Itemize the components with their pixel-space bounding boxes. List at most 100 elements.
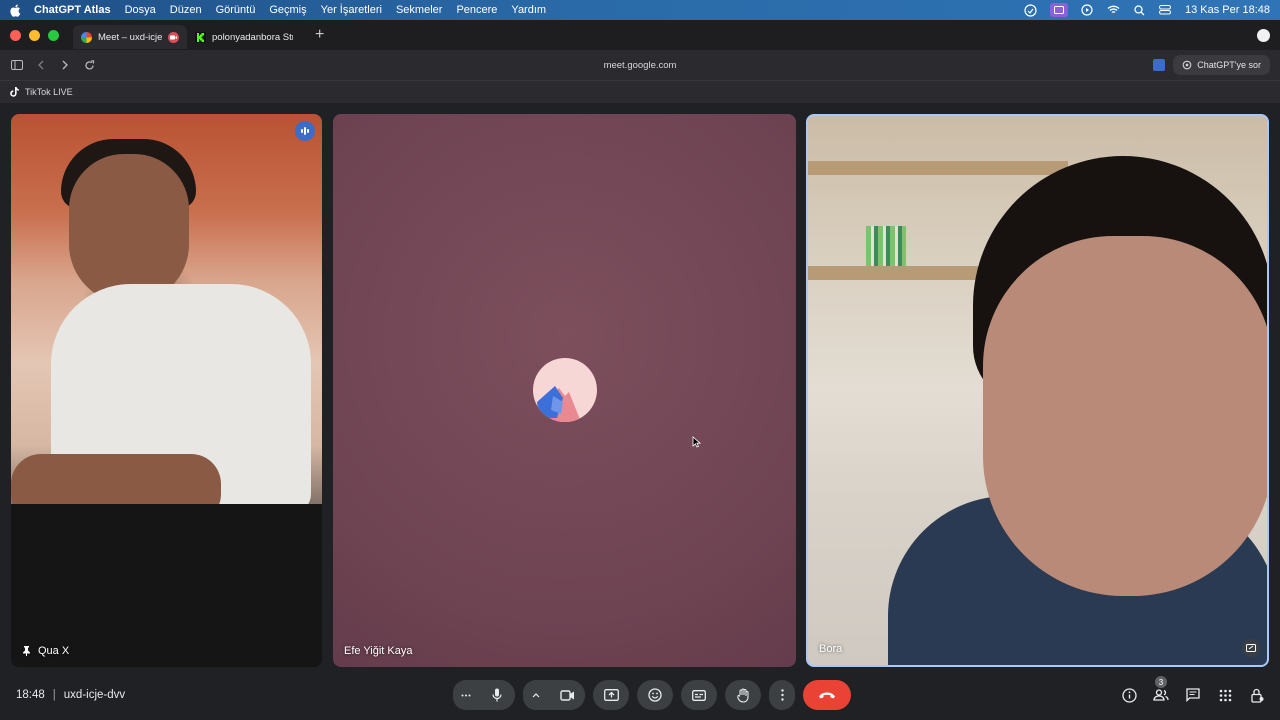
host-controls-button[interactable] [1248, 686, 1266, 704]
menubar-clock[interactable]: 13 Kas Per 18:48 [1185, 4, 1270, 16]
screen-record-icon[interactable] [1049, 3, 1068, 17]
video-settings-button[interactable] [523, 680, 549, 710]
ask-chatgpt-label: ChatGPT'ye sor [1197, 60, 1261, 70]
tab-meet[interactable]: Meet – uxd-icje-dvv [73, 25, 187, 49]
raise-hand-button[interactable] [725, 680, 761, 710]
captions-icon [692, 689, 706, 701]
bookmarks-bar: TikTok LIVE [0, 80, 1280, 103]
side-panel-controls: 3 [1120, 676, 1266, 704]
control-center-icon[interactable] [1159, 4, 1172, 17]
video-control-group [523, 680, 585, 710]
window-controls [0, 29, 59, 41]
chat-icon [1186, 688, 1200, 702]
participant-name: Efe Yiğit Kaya [344, 645, 413, 657]
people-icon [1153, 689, 1169, 701]
participant-name: Bora [819, 643, 842, 655]
hang-up-icon [819, 692, 835, 699]
activities-button[interactable] [1216, 686, 1234, 704]
participant-tile-qua-x[interactable]: Qua X [11, 114, 322, 667]
url-field[interactable]: meet.google.com [0, 60, 1280, 71]
meeting-code: uxd-icje-dvv [63, 689, 126, 701]
emoji-icon [648, 688, 662, 702]
camera-button[interactable] [549, 680, 585, 710]
audio-control-group [453, 680, 515, 710]
sidebar-toggle-icon[interactable] [10, 58, 24, 72]
menu-history[interactable]: Geçmiş [269, 4, 306, 16]
chat-button[interactable] [1184, 686, 1202, 704]
avatar [533, 358, 597, 422]
cloud-sync-icon[interactable] [1024, 3, 1037, 17]
macos-menu-bar: ChatGPT Atlas Dosya Düzen Görüntü Geçmiş… [0, 0, 1280, 20]
chatgpt-icon [1182, 60, 1192, 70]
call-controls [453, 680, 851, 710]
apps-grid-icon [1219, 689, 1231, 701]
minimize-window-button[interactable] [29, 29, 40, 41]
lock-person-icon [1250, 688, 1263, 703]
picture-in-picture-icon[interactable] [1242, 639, 1260, 657]
participant-name: Qua X [22, 645, 69, 657]
present-icon [603, 689, 619, 701]
leave-call-button[interactable] [803, 680, 851, 710]
participant-name-label: Efe Yiğit Kaya [344, 645, 413, 657]
camera-icon [559, 689, 574, 701]
recording-indicator-icon [168, 31, 179, 43]
profile-icon[interactable] [1257, 28, 1270, 42]
meet-stage: Qua X Efe Yiğit Kaya Bora 18:48 | uxd-ic… [0, 103, 1280, 720]
play-icon[interactable] [1081, 4, 1094, 17]
translate-icon[interactable] [1153, 59, 1166, 71]
captions-button[interactable] [681, 680, 717, 710]
pin-icon [23, 646, 30, 656]
meet-favicon-icon [81, 31, 92, 43]
search-icon[interactable] [1133, 4, 1146, 17]
forward-icon[interactable] [58, 58, 72, 72]
meeting-details: 18:48 | uxd-icje-dvv [16, 689, 125, 701]
menu-help[interactable]: Yardım [511, 4, 546, 16]
tiktok-icon [10, 87, 19, 97]
participant-name-label: Bora [819, 643, 843, 655]
new-tab-button[interactable]: + [315, 26, 324, 44]
kick-favicon-icon [195, 31, 206, 43]
reactions-button[interactable] [637, 680, 673, 710]
participant-tile-bora[interactable]: Bora [806, 114, 1269, 667]
menu-app-name[interactable]: ChatGPT Atlas [34, 4, 111, 16]
more-horizontal-icon [461, 694, 471, 696]
apple-icon[interactable] [10, 3, 22, 17]
video-frame [808, 161, 1068, 175]
tab-title: polonyadanbora Stre [212, 31, 293, 43]
meeting-time: 18:48 [16, 689, 45, 701]
wifi-icon[interactable] [1107, 4, 1120, 17]
divider: | [52, 689, 56, 701]
menu-view[interactable]: Görüntü [216, 4, 256, 16]
address-bar: meet.google.com ChatGPT'ye sor [0, 50, 1280, 80]
meeting-controls-bar: 18:48 | uxd-icje-dvv 3 [0, 676, 1280, 712]
mouse-cursor-icon [692, 436, 701, 448]
audio-settings-button[interactable] [453, 680, 479, 710]
tab-kick-stream[interactable]: polonyadanbora Stre [187, 25, 301, 49]
bookmark-tiktok-live[interactable]: TikTok LIVE [25, 87, 73, 97]
hand-icon [736, 687, 749, 703]
ask-chatgpt-button[interactable]: ChatGPT'ye sor [1173, 55, 1270, 75]
chevron-up-icon [532, 692, 540, 697]
menu-file[interactable]: Dosya [125, 4, 156, 16]
zoom-window-button[interactable] [48, 29, 59, 41]
back-icon[interactable] [34, 58, 48, 72]
participant-tile-efe-yigit-kaya[interactable]: Efe Yiğit Kaya [333, 114, 796, 667]
close-window-button[interactable] [10, 29, 21, 41]
browser-tab-bar: Meet – uxd-icje-dvv polonyadanbora Stre … [0, 20, 1280, 50]
menu-edit[interactable]: Düzen [170, 4, 202, 16]
video-frame [983, 236, 1267, 596]
meeting-details-button[interactable] [1120, 686, 1138, 704]
present-screen-button[interactable] [593, 680, 629, 710]
participant-name-label: Qua X [38, 645, 70, 657]
microphone-button[interactable] [479, 680, 515, 710]
people-button[interactable]: 3 [1152, 676, 1170, 704]
menu-window[interactable]: Pencere [456, 4, 497, 16]
tab-title: Meet – uxd-icje-dvv [98, 31, 162, 43]
video-frame [11, 504, 322, 667]
more-vertical-icon [780, 689, 784, 701]
reload-icon[interactable] [82, 58, 96, 72]
more-options-button[interactable] [769, 680, 795, 710]
menu-bookmarks[interactable]: Yer İşaretleri [321, 4, 382, 16]
menu-tabs[interactable]: Sekmeler [396, 4, 442, 16]
info-icon [1121, 687, 1137, 703]
